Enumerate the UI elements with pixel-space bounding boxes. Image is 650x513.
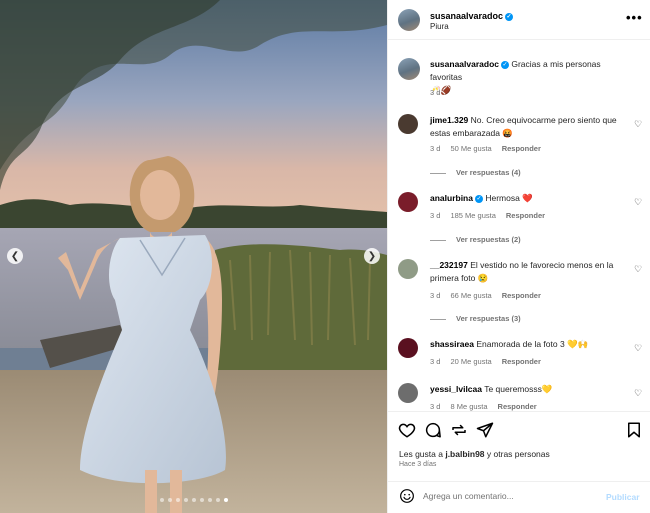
comment-text: shassiraea Enamorada de la foto 3 💛🙌: [430, 338, 630, 351]
comment-meta: 3 d 20 Me gusta Responder: [430, 357, 551, 366]
comment-username[interactable]: jime1.329: [430, 115, 468, 125]
carousel-dot[interactable]: [207, 498, 212, 502]
post-location[interactable]: Piura: [430, 22, 449, 31]
chevron-left-icon[interactable]: ❮: [7, 248, 23, 264]
author-username-text[interactable]: susanaalvaradoc: [430, 11, 503, 21]
post-timestamp: Hace 3 días: [399, 461, 437, 468]
comment-age: 3 d: [430, 291, 441, 300]
comment-text: jime1.329 No. Creo equivocarme pero sien…: [430, 114, 630, 140]
heart-icon[interactable]: ♡: [634, 343, 642, 354]
author-avatar[interactable]: [398, 9, 420, 31]
comment-meta: 3 d 66 Me gusta Responder: [430, 291, 551, 300]
caption-age: 3 d: [430, 88, 441, 97]
reply-button[interactable]: Responder: [506, 211, 545, 220]
commenter-avatar[interactable]: [398, 192, 418, 212]
verified-icon: ✓: [505, 12, 514, 21]
comment-username[interactable]: anaIurbina: [430, 193, 473, 203]
post-viewer: ❮ ❯ susanaalvaradoc ✓ Piura ••• susanaalv…: [0, 0, 650, 513]
comment-age: 3 d: [430, 144, 441, 153]
heart-icon[interactable]: ♡: [634, 388, 642, 399]
caption-text: susanaalvaradoc ✓ Gracias a mis personas …: [430, 58, 630, 97]
comment-body: Enamorada de la foto 3 💛🙌: [476, 339, 589, 349]
share-icon[interactable]: [450, 421, 468, 439]
carousel-dot[interactable]: [167, 498, 172, 502]
caption-meta: 3 d: [430, 88, 450, 97]
liked-by: Les gusta a j.balbin98 y otras personas: [399, 449, 550, 459]
comment-icon[interactable]: [424, 421, 442, 439]
verified-icon: ✓: [500, 60, 509, 69]
commenter-avatar[interactable]: [398, 259, 418, 279]
author-username[interactable]: susanaalvaradoc ✓: [430, 11, 514, 21]
carousel-dot[interactable]: [215, 498, 220, 502]
liked-by-suffix[interactable]: y otras personas: [487, 449, 550, 459]
comment-age: 3 d: [430, 402, 441, 411]
view-replies-button[interactable]: Ver respuestas (2): [430, 235, 521, 244]
view-replies-button[interactable]: Ver respuestas (4): [430, 168, 521, 177]
comment-input[interactable]: [423, 491, 593, 501]
commenter-avatar[interactable]: [398, 338, 418, 358]
comment-meta: 3 d 8 Me gusta Responder: [430, 402, 547, 411]
post-header: susanaalvaradoc ✓ Piura •••: [388, 0, 650, 40]
commenter-avatar[interactable]: [398, 114, 418, 134]
post-details: susanaalvaradoc ✓ Piura ••• susanaalvarad…: [387, 0, 650, 513]
liked-by-prefix: Les gusta a: [399, 449, 443, 459]
comment-username[interactable]: __232197: [430, 260, 468, 270]
carousel-dot[interactable]: [183, 498, 188, 502]
comment-likes[interactable]: 66 Me gusta: [450, 291, 491, 300]
add-comment-bar: Publicar: [388, 481, 650, 513]
liked-by-user[interactable]: j.balbin98: [445, 449, 484, 459]
reply-button[interactable]: Responder: [502, 357, 541, 366]
caption: susanaalvaradoc ✓ Gracias a mis personas …: [398, 58, 643, 98]
comments-list[interactable]: susanaalvaradoc ✓ Gracias a mis personas …: [388, 41, 650, 411]
publish-button[interactable]: Publicar: [606, 492, 640, 502]
emoji-icon[interactable]: [399, 488, 415, 504]
heart-icon[interactable]: ♡: [634, 119, 642, 130]
post-media[interactable]: ❮ ❯: [0, 0, 387, 513]
verified-icon: ✓: [474, 194, 483, 203]
reply-button[interactable]: Responder: [498, 402, 537, 411]
comment-text: __232197 El vestido no le favorecio meno…: [430, 259, 630, 285]
carousel-dot[interactable]: [175, 498, 180, 502]
carousel-dot[interactable]: [159, 498, 164, 502]
view-replies-button[interactable]: Ver respuestas (3): [430, 314, 521, 323]
author-avatar[interactable]: [398, 58, 420, 80]
caption-username[interactable]: susanaalvaradoc: [430, 59, 499, 69]
photo: [0, 0, 387, 513]
carousel-dot[interactable]: [223, 498, 228, 502]
commenter-avatar[interactable]: [398, 383, 418, 403]
post-actions: Les gusta a j.balbin98 y otras personas …: [388, 411, 650, 481]
comment-body: Hermosa ❤️: [485, 193, 533, 203]
chevron-right-icon[interactable]: ❯: [364, 248, 380, 264]
comment-text: yessi_lvilcaa Te queremosss💛: [430, 383, 630, 396]
send-icon[interactable]: [476, 421, 494, 439]
heart-icon[interactable]: ♡: [634, 197, 642, 208]
comment-username[interactable]: yessi_lvilcaa: [430, 384, 482, 394]
heart-icon[interactable]: [398, 421, 416, 439]
reply-button[interactable]: Responder: [502, 291, 541, 300]
comment-body: Te queremosss💛: [484, 384, 553, 394]
comment-likes[interactable]: 8 Me gusta: [450, 402, 487, 411]
comment-likes[interactable]: 185 Me gusta: [450, 211, 495, 220]
comment-username[interactable]: shassiraea: [430, 339, 474, 349]
comment-likes[interactable]: 50 Me gusta: [450, 144, 491, 153]
more-options-icon[interactable]: •••: [626, 10, 643, 25]
carousel-dot[interactable]: [199, 498, 204, 502]
comment-age: 3 d: [430, 211, 441, 220]
comment-likes[interactable]: 20 Me gusta: [450, 357, 491, 366]
comment-meta: 3 d 185 Me gusta Responder: [430, 211, 555, 220]
carousel-dots: [0, 498, 387, 502]
comment-text: anaIurbina ✓ Hermosa ❤️: [430, 192, 630, 205]
comment-age: 3 d: [430, 357, 441, 366]
carousel-dot[interactable]: [191, 498, 196, 502]
reply-button[interactable]: Responder: [502, 144, 541, 153]
heart-icon[interactable]: ♡: [634, 264, 642, 275]
save-icon[interactable]: [625, 421, 643, 439]
comment-meta: 3 d 50 Me gusta Responder: [430, 144, 551, 153]
